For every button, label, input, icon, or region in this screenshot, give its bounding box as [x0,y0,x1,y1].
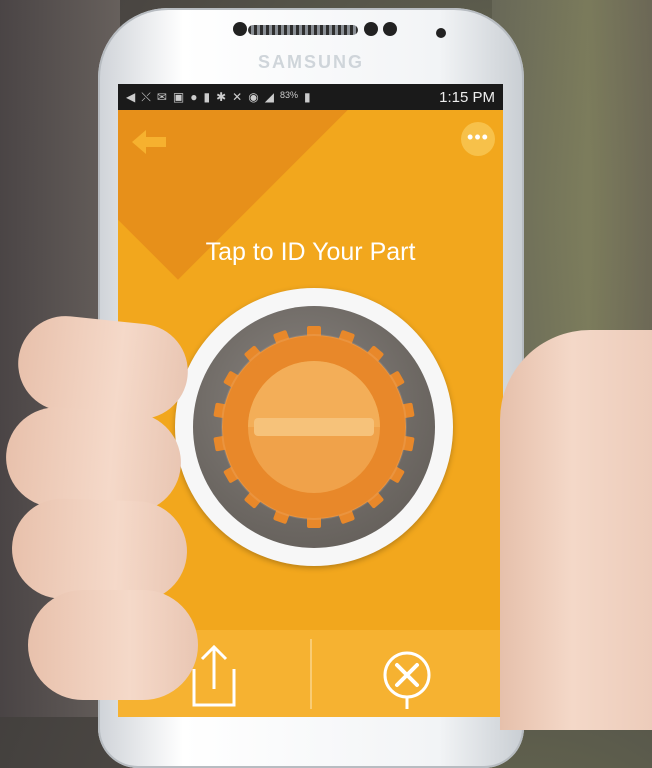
battery-icon: ▮ [303,89,311,104]
page-title: Tap to ID Your Part [205,238,416,266]
finger [10,496,189,604]
status-bar: ◀ ⤬ ✉ ▣ ● ▮ ✱ ✕ ◉ ◢ 83% ▮ 1:15 PM [118,84,503,110]
holding-hand [0,290,652,730]
speaker-grille [248,25,358,35]
mute-icon: ✕ [232,89,243,104]
arrow-left-icon [132,130,166,154]
lock-icon: ▮ [203,89,211,104]
cell-signal-icon: ◢ [264,89,274,104]
front-camera [233,22,247,36]
more-button[interactable]: ••• [461,122,495,156]
status-icons: ◀ ⤬ ✉ ▣ ● ▮ ✱ ✕ ◉ ◢ 83% ▮ [126,90,311,105]
more-dots-icon: ••• [467,127,489,147]
calendar-icon: ▣ [172,89,185,104]
battery-percent: 83% [279,89,298,100]
thumb [500,330,652,730]
wifi-icon: ◉ [248,89,259,104]
sensor-dot [364,22,378,36]
chat-icon: ● [190,89,198,104]
signal-icon: ⤬ [141,89,151,104]
bluetooth-icon: ✱ [216,89,227,104]
finger [28,590,198,700]
mail-icon: ✉ [156,89,167,104]
finger [13,311,193,424]
brand-logo: SAMSUNG [257,52,364,72]
back-button[interactable] [132,130,168,156]
status-time: 1:15 PM [439,88,495,106]
back-icon: ◀ [126,89,136,104]
sensor-dot [436,28,446,38]
sensor-dot [383,22,397,36]
